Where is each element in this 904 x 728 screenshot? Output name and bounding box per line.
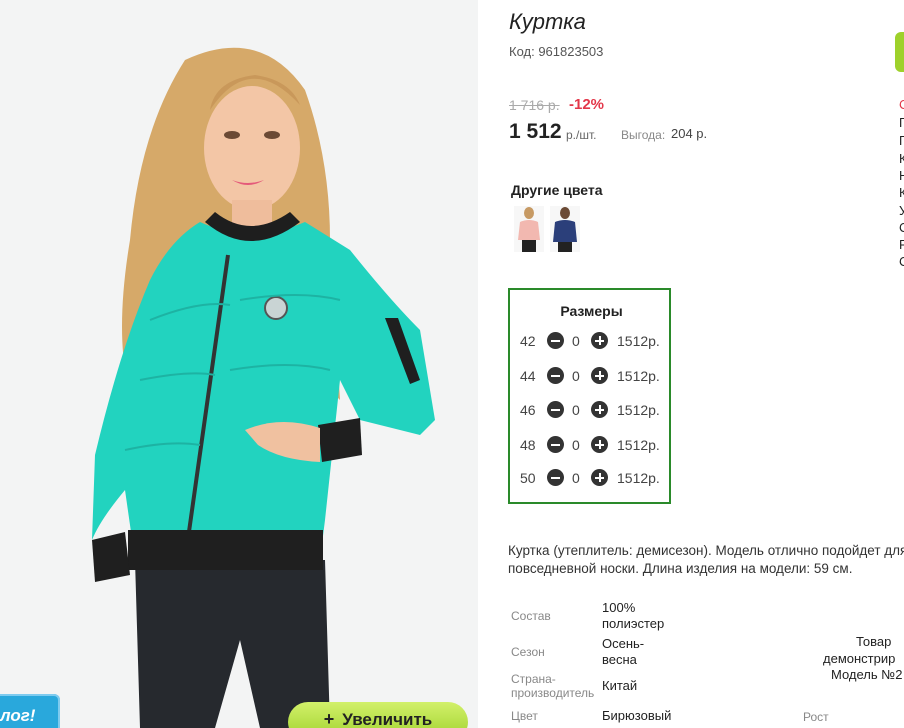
size-quantity: 0	[572, 333, 580, 349]
zoom-button-label: Увеличить	[342, 710, 433, 728]
side-text-letter: П	[899, 133, 904, 148]
size-quantity: 0	[572, 437, 580, 453]
current-price: 1 512	[509, 120, 562, 143]
minus-icon[interactable]	[547, 401, 564, 418]
model-note-line: Модель №2	[831, 667, 903, 682]
other-colors-heading: Другие цвета	[511, 182, 603, 198]
spec-label: Цвет	[511, 709, 538, 723]
side-text-letter: С	[899, 254, 904, 269]
side-text-letter: С	[899, 220, 904, 235]
plus-icon[interactable]	[591, 436, 608, 453]
side-text-letter: К	[899, 185, 904, 200]
side-text-letter: Н	[899, 168, 904, 183]
color-swatch-pink[interactable]	[514, 206, 544, 252]
profit-value: 204 р.	[671, 126, 708, 141]
size-value: 50	[520, 470, 536, 486]
spec-value: Китай	[602, 678, 638, 693]
old-price: 1 716 р.	[509, 97, 560, 113]
spec-label: Состав	[511, 609, 551, 623]
catalog-badge[interactable]: лог!	[0, 694, 60, 728]
size-quantity: 0	[572, 470, 580, 486]
side-text-letter: У	[899, 203, 904, 218]
minus-icon[interactable]	[547, 469, 564, 486]
product-photo[interactable]: лог! + Увеличить	[0, 0, 478, 728]
color-swatch-navy[interactable]	[550, 206, 580, 252]
spec-label: Страна-производитель	[511, 672, 595, 700]
plus-icon[interactable]	[591, 367, 608, 384]
size-value: 46	[520, 402, 536, 418]
spec-label: Сезон	[511, 645, 545, 659]
size-price: 1512р.	[617, 402, 660, 418]
side-button[interactable]	[895, 32, 904, 72]
spec-value: Осень-весна	[602, 636, 645, 667]
plus-icon[interactable]	[591, 401, 608, 418]
zoom-button[interactable]: + Увеличить	[288, 702, 468, 728]
size-value: 44	[520, 368, 536, 384]
spec-value: 100% полиэстер	[602, 600, 665, 631]
side-text-letter: С	[899, 97, 904, 112]
discount-badge: -12%	[569, 96, 605, 113]
size-price: 1512р.	[617, 333, 660, 349]
minus-icon[interactable]	[547, 367, 564, 384]
size-quantity: 0	[572, 368, 580, 384]
size-value: 48	[520, 437, 536, 453]
size-price: 1512р.	[617, 368, 660, 384]
height-label: Рост	[803, 710, 829, 724]
navy-jacket-thumbnail	[550, 206, 580, 252]
size-price: 1512р.	[617, 470, 660, 486]
spec-value: Бирюзовый	[602, 708, 672, 723]
product-code: Код: 961823503	[509, 44, 604, 59]
pink-jacket-thumbnail	[514, 206, 544, 252]
profit-label: Выгода:	[621, 128, 666, 142]
model-illustration	[0, 0, 478, 728]
model-note-line: демонстрир	[823, 651, 896, 666]
plus-icon[interactable]	[591, 332, 608, 349]
size-price: 1512р.	[617, 437, 660, 453]
sizes-panel: Размеры 42 0 1512р. 44 0 1512р. 46 0 151…	[508, 288, 671, 504]
model-note-line: Товар	[856, 634, 892, 649]
price-unit: р./шт.	[566, 128, 597, 142]
side-text-letter: Р	[899, 237, 904, 252]
size-quantity: 0	[572, 402, 580, 418]
size-value: 42	[520, 333, 536, 349]
minus-icon[interactable]	[547, 436, 564, 453]
side-text-letter: К	[899, 151, 904, 166]
plus-icon: +	[323, 709, 335, 728]
sizes-heading: Размеры	[560, 303, 623, 319]
product-description: Куртка (утеплитель: демисезон). Модель о…	[508, 543, 904, 576]
product-title: Куртка	[509, 9, 586, 34]
plus-icon[interactable]	[591, 469, 608, 486]
side-text-letter: П	[899, 115, 904, 130]
minus-icon[interactable]	[547, 332, 564, 349]
